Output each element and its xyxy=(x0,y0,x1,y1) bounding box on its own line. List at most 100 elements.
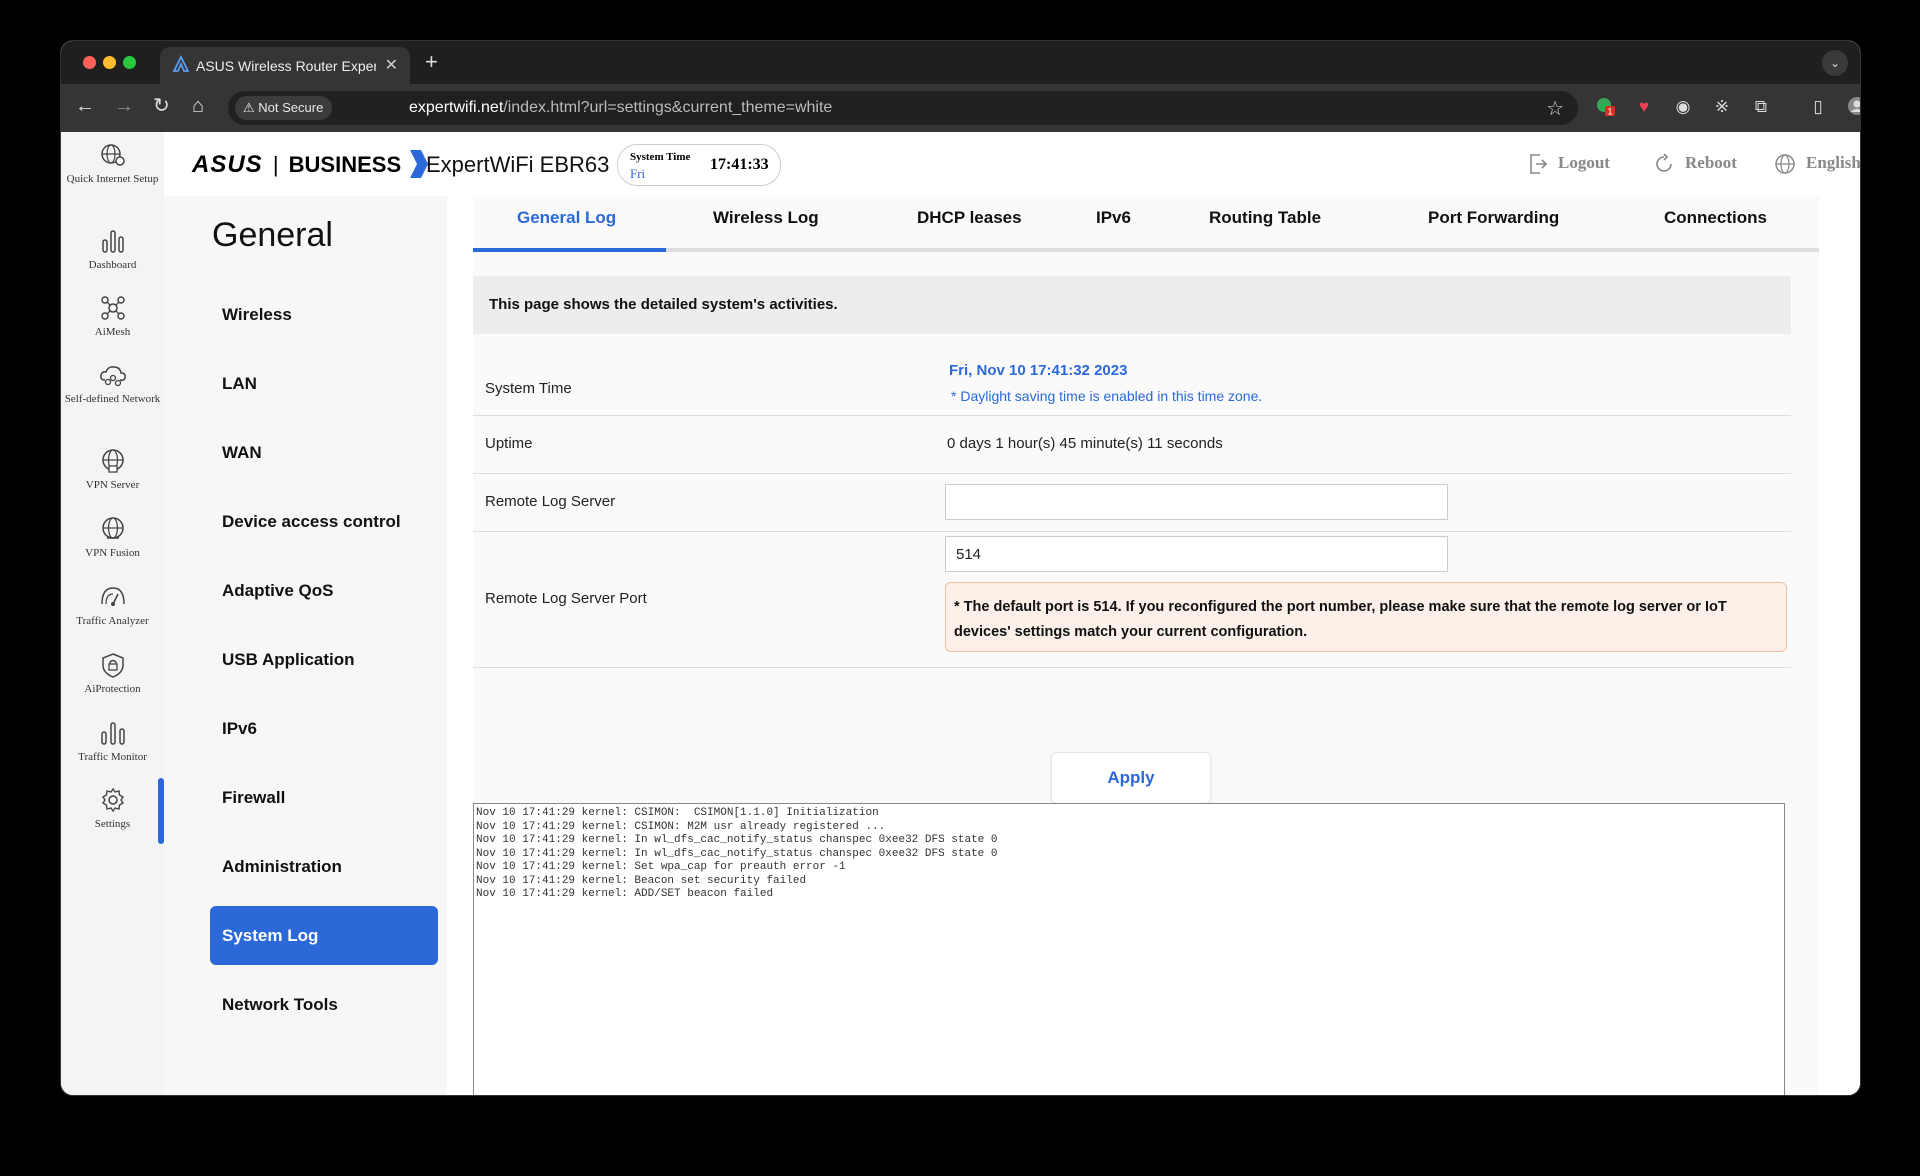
nav-dashboard[interactable]: Dashboard xyxy=(61,228,164,273)
row-system-time: System Time Fri, Nov 10 17:41:32 2023 * … xyxy=(473,334,1791,416)
globe-icon xyxy=(1775,154,1795,174)
system-log-textarea[interactable]: Nov 10 17:41:29 kernel: CSIMON: CSIMON[1… xyxy=(473,803,1785,1095)
browser-tab[interactable]: ASUS Wireless Router Expert ✕ xyxy=(160,47,410,84)
extension-green-icon[interactable]: 1 xyxy=(1594,96,1616,118)
submenu-item-system-log[interactable]: System Log xyxy=(210,906,438,965)
tab-search-dropdown-icon[interactable]: ⌄ xyxy=(1822,50,1848,76)
minimize-window-button[interactable] xyxy=(103,56,116,69)
submenu-item-wireless[interactable]: Wireless xyxy=(210,285,438,344)
submenu-item-ipv6[interactable]: IPv6 xyxy=(210,699,438,758)
submenu-item-wan[interactable]: WAN xyxy=(210,423,438,482)
language-selector[interactable]: English ▼ xyxy=(1774,153,1860,175)
nav-quick-internet-setup[interactable]: Quick Internet Setup xyxy=(61,142,164,187)
router-header: ASUS | BUSINESS ExpertWiFi EBR63 System … xyxy=(164,132,1860,196)
page-description: This page shows the detailed system's ac… xyxy=(473,276,1791,334)
apply-button[interactable]: Apply xyxy=(1051,752,1211,804)
uptime-value: 0 days 1 hour(s) 45 minute(s) 11 seconds xyxy=(947,435,1223,452)
submenu-item-device-access-control[interactable]: Device access control xyxy=(210,492,438,551)
nav-vpn-fusion[interactable]: VPN Fusion xyxy=(61,516,164,561)
address-bar[interactable]: ⚠ Not Secure expertwifi.net/index.html?u… xyxy=(228,91,1578,125)
forward-icon[interactable]: → xyxy=(114,96,134,116)
remote-log-server-input[interactable] xyxy=(945,484,1448,520)
main-content: General Log Wireless Log DHCP leases IPv… xyxy=(447,196,1860,1095)
url-host: expertwifi.net xyxy=(409,99,504,116)
tab-dhcp-leases[interactable]: DHCP leases xyxy=(917,208,1022,228)
mesh-icon xyxy=(100,296,125,320)
submenu-item-adaptive-qos[interactable]: Adaptive QoS xyxy=(210,561,438,620)
active-tab-underline xyxy=(473,248,666,252)
row-uptime: Uptime 0 days 1 hour(s) 45 minute(s) 11 … xyxy=(473,415,1791,474)
language-label: English xyxy=(1806,153,1860,172)
asus-favicon-icon xyxy=(172,54,190,76)
extension-translate-icon[interactable]: ※ xyxy=(1711,96,1733,118)
submenu-item-network-tools[interactable]: Network Tools xyxy=(210,975,438,1034)
bookmark-star-icon[interactable]: ☆ xyxy=(1546,96,1564,121)
port-warning-box: * The default port is 514. If you reconf… xyxy=(945,582,1787,652)
router-admin-page: Quick Internet Setup Dashboard AiMesh Se… xyxy=(61,132,1860,1095)
log-line: Nov 10 17:41:29 kernel: Set wpa_cap for … xyxy=(476,861,846,873)
logo-divider: | xyxy=(272,152,279,177)
back-icon[interactable]: ← xyxy=(75,96,95,116)
not-secure-label: Not Secure xyxy=(258,100,324,115)
system-time-label: System Time xyxy=(630,151,691,163)
new-tab-button[interactable]: + xyxy=(425,49,438,75)
extensions-puzzle-icon[interactable]: ⧉ xyxy=(1750,96,1772,118)
nav-aiprotection[interactable]: AiProtection xyxy=(61,652,164,697)
url-text[interactable]: expertwifi.net/index.html?url=settings&c… xyxy=(409,99,832,117)
pocket-icon[interactable]: ♥ xyxy=(1633,96,1655,118)
submenu-item-administration[interactable]: Administration xyxy=(210,837,438,896)
tab-title: ASUS Wireless Router Expert xyxy=(196,58,376,74)
logout-icon xyxy=(1530,154,1548,174)
brand-business: BUSINESS xyxy=(288,152,402,177)
nav-label: AiProtection xyxy=(84,683,141,695)
traffic-monitor-icon xyxy=(100,722,125,745)
reboot-button[interactable]: Reboot xyxy=(1653,153,1737,175)
nav-label: AiMesh xyxy=(94,326,131,338)
nav-traffic-monitor[interactable]: Traffic Monitor xyxy=(61,720,164,765)
submenu-item-lan[interactable]: LAN xyxy=(210,354,438,413)
nav-self-defined-network[interactable]: Self-defined Network xyxy=(61,362,164,407)
reboot-label: Reboot xyxy=(1685,153,1737,172)
extension-badge-count: 1 xyxy=(1607,107,1612,117)
nav-traffic-analyzer[interactable]: Traffic Analyzer xyxy=(61,584,164,629)
tab-wireless-log[interactable]: Wireless Log xyxy=(713,208,819,228)
logout-button[interactable]: Logout xyxy=(1528,153,1610,175)
nav-label: Quick Internet Setup xyxy=(66,173,159,185)
nav-label: VPN Server xyxy=(85,479,140,491)
log-tabs: General Log Wireless Log DHCP leases IPv… xyxy=(473,196,1819,252)
tab-port-forwarding[interactable]: Port Forwarding xyxy=(1428,208,1559,228)
extension-globe-icon[interactable]: ◉ xyxy=(1672,96,1694,118)
close-tab-icon[interactable]: ✕ xyxy=(385,55,398,75)
nav-settings[interactable]: Settings xyxy=(61,787,164,832)
log-line: Nov 10 17:41:29 kernel: ADD/SET beacon f… xyxy=(476,888,774,900)
submenu-title: General xyxy=(212,216,333,254)
dst-note: * Daylight saving time is enabled in thi… xyxy=(951,388,1263,404)
not-secure-badge[interactable]: ⚠ Not Secure xyxy=(235,96,333,120)
profile-avatar-icon[interactable] xyxy=(1846,96,1860,118)
tab-ipv6[interactable]: IPv6 xyxy=(1096,208,1131,228)
remote-log-port-input[interactable] xyxy=(945,536,1448,572)
url-path: /index.html?url=settings&current_theme=w… xyxy=(503,99,833,116)
tab-general-log[interactable]: General Log xyxy=(517,208,616,228)
remote-log-port-label: Remote Log Server Port xyxy=(485,590,647,607)
gear-icon xyxy=(101,787,124,813)
system-time-pill: System Time Fri 17:41:33 xyxy=(617,144,781,186)
tab-connections[interactable]: Connections xyxy=(1664,208,1767,228)
submenu-item-usb-application[interactable]: USB Application xyxy=(210,630,438,689)
browser-tab-bar: ASUS Wireless Router Expert ✕ + ⌄ xyxy=(61,41,1860,84)
brand-asus: ASUS xyxy=(192,151,263,178)
maximize-window-button[interactable] xyxy=(123,56,136,69)
browser-toolbar: ← → ↻ ⌂ ⚠ Not Secure expertwifi.net/inde… xyxy=(61,84,1860,132)
side-panel-icon[interactable]: ▯ xyxy=(1807,96,1829,118)
log-line: Nov 10 17:41:29 kernel: In wl_dfs_cac_no… xyxy=(476,847,998,860)
warning-triangle-icon: ⚠ xyxy=(243,100,255,115)
home-icon[interactable]: ⌂ xyxy=(192,96,204,116)
network-cloud-icon xyxy=(99,366,126,387)
nav-aimesh[interactable]: AiMesh xyxy=(61,295,164,340)
nav-vpn-server[interactable]: VPN Server xyxy=(61,448,164,493)
tab-routing-table[interactable]: Routing Table xyxy=(1209,208,1321,228)
reload-icon[interactable]: ↻ xyxy=(153,96,170,116)
close-window-button[interactable] xyxy=(83,56,96,69)
submenu-item-firewall[interactable]: Firewall xyxy=(210,768,438,827)
browser-window: ASUS Wireless Router Expert ✕ + ⌄ ← → ↻ … xyxy=(61,41,1860,1095)
